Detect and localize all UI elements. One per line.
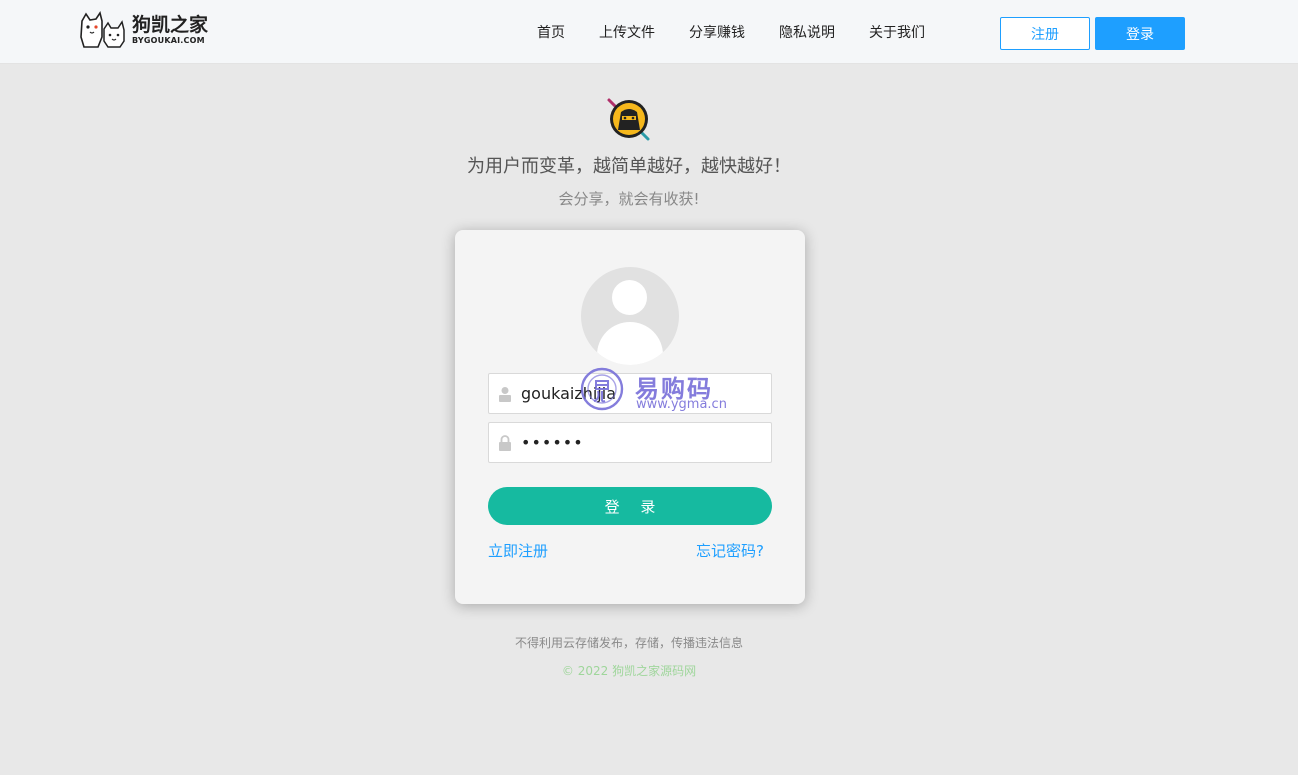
main-nav: 首页 上传文件 分享赚钱 隐私说明 关于我们 [520,0,942,63]
footer-copyright[interactable]: © 2022 狗凯之家源码网 [0,662,1258,679]
lock-icon [489,422,521,463]
forgot-password-link[interactable]: 忘记密码? [696,540,764,561]
password-field[interactable]: •••••• [488,422,772,463]
hero-title: 为用户而变革，越简单越好，越快越好！ [467,156,791,177]
login-card: goukaizhijia •••••• 登 录 立即注册 忘记密码? [455,230,805,604]
nav-privacy[interactable]: 隐私说明 [779,22,835,42]
register-now-link[interactable]: 立即注册 [488,540,548,561]
password-input[interactable]: •••••• [521,433,584,452]
nav-about[interactable]: 关于我们 [869,22,925,42]
mascot-badge-icon [607,98,650,141]
submit-login-button[interactable]: 登 录 [488,487,772,525]
default-avatar-icon [581,267,679,365]
hero-subtitle: 会分享，就会有收获! [558,190,700,208]
nav-home[interactable]: 首页 [537,22,565,42]
username-input[interactable]: goukaizhijia [521,384,616,403]
nav-upload[interactable]: 上传文件 [599,22,655,42]
logo-subtitle: BYGOUKAI.COM [132,35,205,45]
nav-share-earn[interactable]: 分享赚钱 [689,22,745,42]
top-navbar: 狗凯之家 BYGOUKAI.COM 首页 上传文件 分享赚钱 隐私说明 关于我们… [0,0,1298,64]
register-button[interactable]: 注册 [1000,17,1090,50]
logo-title: 狗凯之家 [132,13,209,36]
dog-cat-logo-icon [80,11,125,48]
site-logo[interactable]: 狗凯之家 BYGOUKAI.COM [78,10,208,50]
login-button[interactable]: 登录 [1095,17,1185,50]
user-icon [489,373,521,414]
footer-notice: 不得利用云存储发布，存储，传播违法信息 [514,636,743,650]
username-field[interactable]: goukaizhijia [488,373,772,414]
